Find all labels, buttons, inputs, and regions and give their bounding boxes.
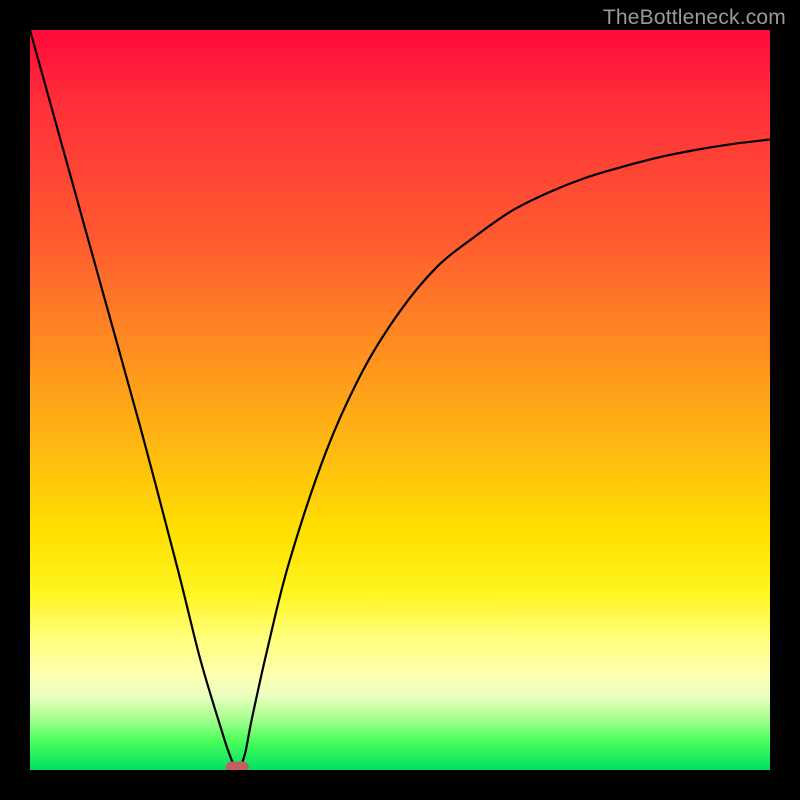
- curve-layer: [30, 30, 770, 770]
- plot-area: [30, 30, 770, 770]
- watermark-text: TheBottleneck.com: [603, 6, 786, 30]
- chart-frame: TheBottleneck.com: [0, 0, 800, 800]
- bottleneck-curve: [30, 30, 770, 770]
- minimum-marker: [226, 762, 248, 770]
